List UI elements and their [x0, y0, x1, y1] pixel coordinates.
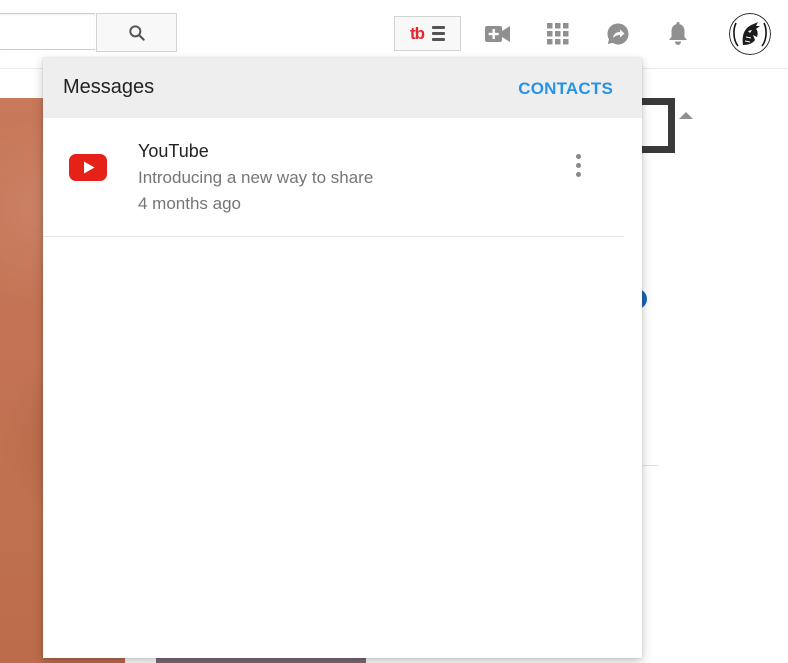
search-icon	[128, 24, 145, 41]
caret-up-icon	[679, 112, 693, 119]
tubebuddy-logo: tb	[409, 23, 425, 43]
notifications-button[interactable]	[663, 19, 693, 49]
background-fragment	[640, 98, 675, 153]
message-sender: YouTube	[138, 141, 209, 161]
youtube-logo-icon	[69, 154, 107, 186]
message-preview: Introducing a new way to share	[138, 168, 374, 187]
messages-button[interactable]	[603, 19, 633, 49]
more-options-button[interactable]	[567, 152, 589, 178]
share-arrow-icon	[607, 23, 629, 45]
video-camera-plus-icon	[485, 26, 510, 42]
bell-icon	[669, 22, 687, 45]
page: tb Messages CONTACTS YouTube Introducing…	[0, 0, 788, 663]
message-list-item[interactable]: YouTube Introducing a new way to share 4…	[43, 118, 624, 237]
tubebuddy-extension-button[interactable]: tb	[394, 16, 461, 51]
apps-grid-icon	[547, 23, 569, 45]
messages-title: Messages	[63, 76, 155, 98]
search-input[interactable]	[0, 13, 95, 50]
search-button[interactable]	[96, 13, 177, 52]
avatar[interactable]	[729, 13, 771, 55]
messages-dropdown: Messages CONTACTS YouTube Introducing a …	[43, 58, 642, 658]
contacts-button[interactable]: CONTACTS	[518, 79, 613, 99]
divider	[643, 465, 658, 466]
more-vert-icon	[575, 153, 581, 159]
apps-button[interactable]	[543, 19, 573, 49]
upload-video-button[interactable]	[483, 19, 513, 49]
message-timestamp: 4 months ago	[138, 194, 242, 213]
messages-header: Messages CONTACTS	[43, 58, 642, 118]
eagle-emblem-icon	[729, 13, 771, 55]
hamburger-icon	[432, 26, 446, 41]
